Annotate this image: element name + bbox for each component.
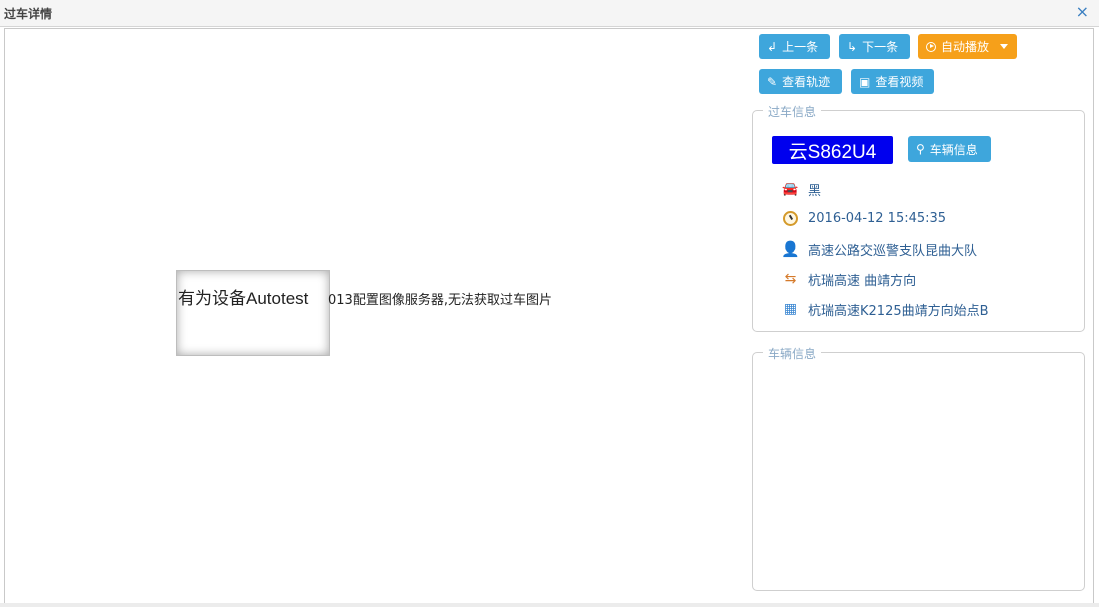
image-error-message-rest: 013配置图像服务器,无法获取过车图片	[328, 293, 552, 308]
return-arrow-icon: ↲	[767, 39, 778, 54]
signpost-icon: ⇆	[784, 271, 797, 287]
pass-time-value: 2016-04-12 15:45:35	[808, 211, 947, 226]
clock-icon	[783, 211, 798, 226]
location-value: 杭瑞高速K2125曲靖方向始点B	[808, 304, 989, 319]
prev-record-button[interactable]: ↲ 上一条	[759, 34, 830, 59]
info-row-color: 🚘 黑	[782, 180, 821, 199]
search-icon: ⚲	[916, 142, 925, 156]
next-record-label: 下一条	[862, 40, 899, 54]
close-icon[interactable]: ×	[1076, 3, 1089, 21]
road-value: 杭瑞高速 曲靖方向	[808, 274, 917, 289]
info-row-location: ▦ 杭瑞高速K2125曲靖方向始点B	[782, 300, 989, 319]
play-circle-icon	[926, 41, 936, 52]
user-icon: 👤	[781, 240, 800, 258]
plate-number: 云S862U4	[772, 136, 893, 164]
view-video-label: 查看视频	[875, 75, 924, 89]
next-record-button[interactable]: ↳ 下一条	[839, 34, 910, 59]
vehicle-image-placeholder	[176, 270, 330, 356]
view-track-label: 查看轨迹	[782, 75, 831, 89]
vehicle-info-button[interactable]: ⚲ 车辆信息	[908, 136, 991, 162]
film-icon: ▣	[859, 74, 871, 89]
image-error-message-main: 有为设备Autotest	[178, 289, 309, 308]
chevron-down-icon[interactable]	[1000, 44, 1009, 49]
pin-icon: ✎	[767, 74, 778, 89]
info-row-time: 2016-04-12 15:45:35	[782, 210, 946, 227]
vehicle-info-button-label: 车辆信息	[929, 142, 978, 157]
info-row-road: ⇆ 杭瑞高速 曲靖方向	[782, 270, 917, 289]
dialog-titlebar: 过车详情 ×	[0, 0, 1099, 27]
dialog-bottom-edge	[0, 603, 1099, 607]
car-icon: 🚘	[782, 182, 799, 197]
autoplay-button[interactable]: 自动播放	[918, 34, 1017, 59]
dialog-title: 过车详情	[4, 7, 53, 21]
prev-record-label: 上一条	[782, 40, 819, 54]
department-value: 高速公路交巡警支队昆曲大队	[808, 244, 978, 259]
view-video-button[interactable]: ▣ 查看视频	[851, 69, 934, 94]
vehicle-color-value: 黑	[808, 184, 822, 199]
autoplay-label: 自动播放	[941, 40, 990, 54]
turn-arrow-icon: ↳	[847, 39, 858, 54]
view-track-button[interactable]: ✎ 查看轨迹	[759, 69, 842, 94]
vehicle-info-legend: 车辆信息	[763, 345, 822, 362]
pass-info-legend: 过车信息	[763, 103, 822, 120]
vehicle-info-panel: 车辆信息	[752, 345, 1085, 591]
info-row-department: 👤 高速公路交巡警支队昆曲大队	[781, 240, 978, 260]
map-icon: ▦	[783, 301, 798, 317]
